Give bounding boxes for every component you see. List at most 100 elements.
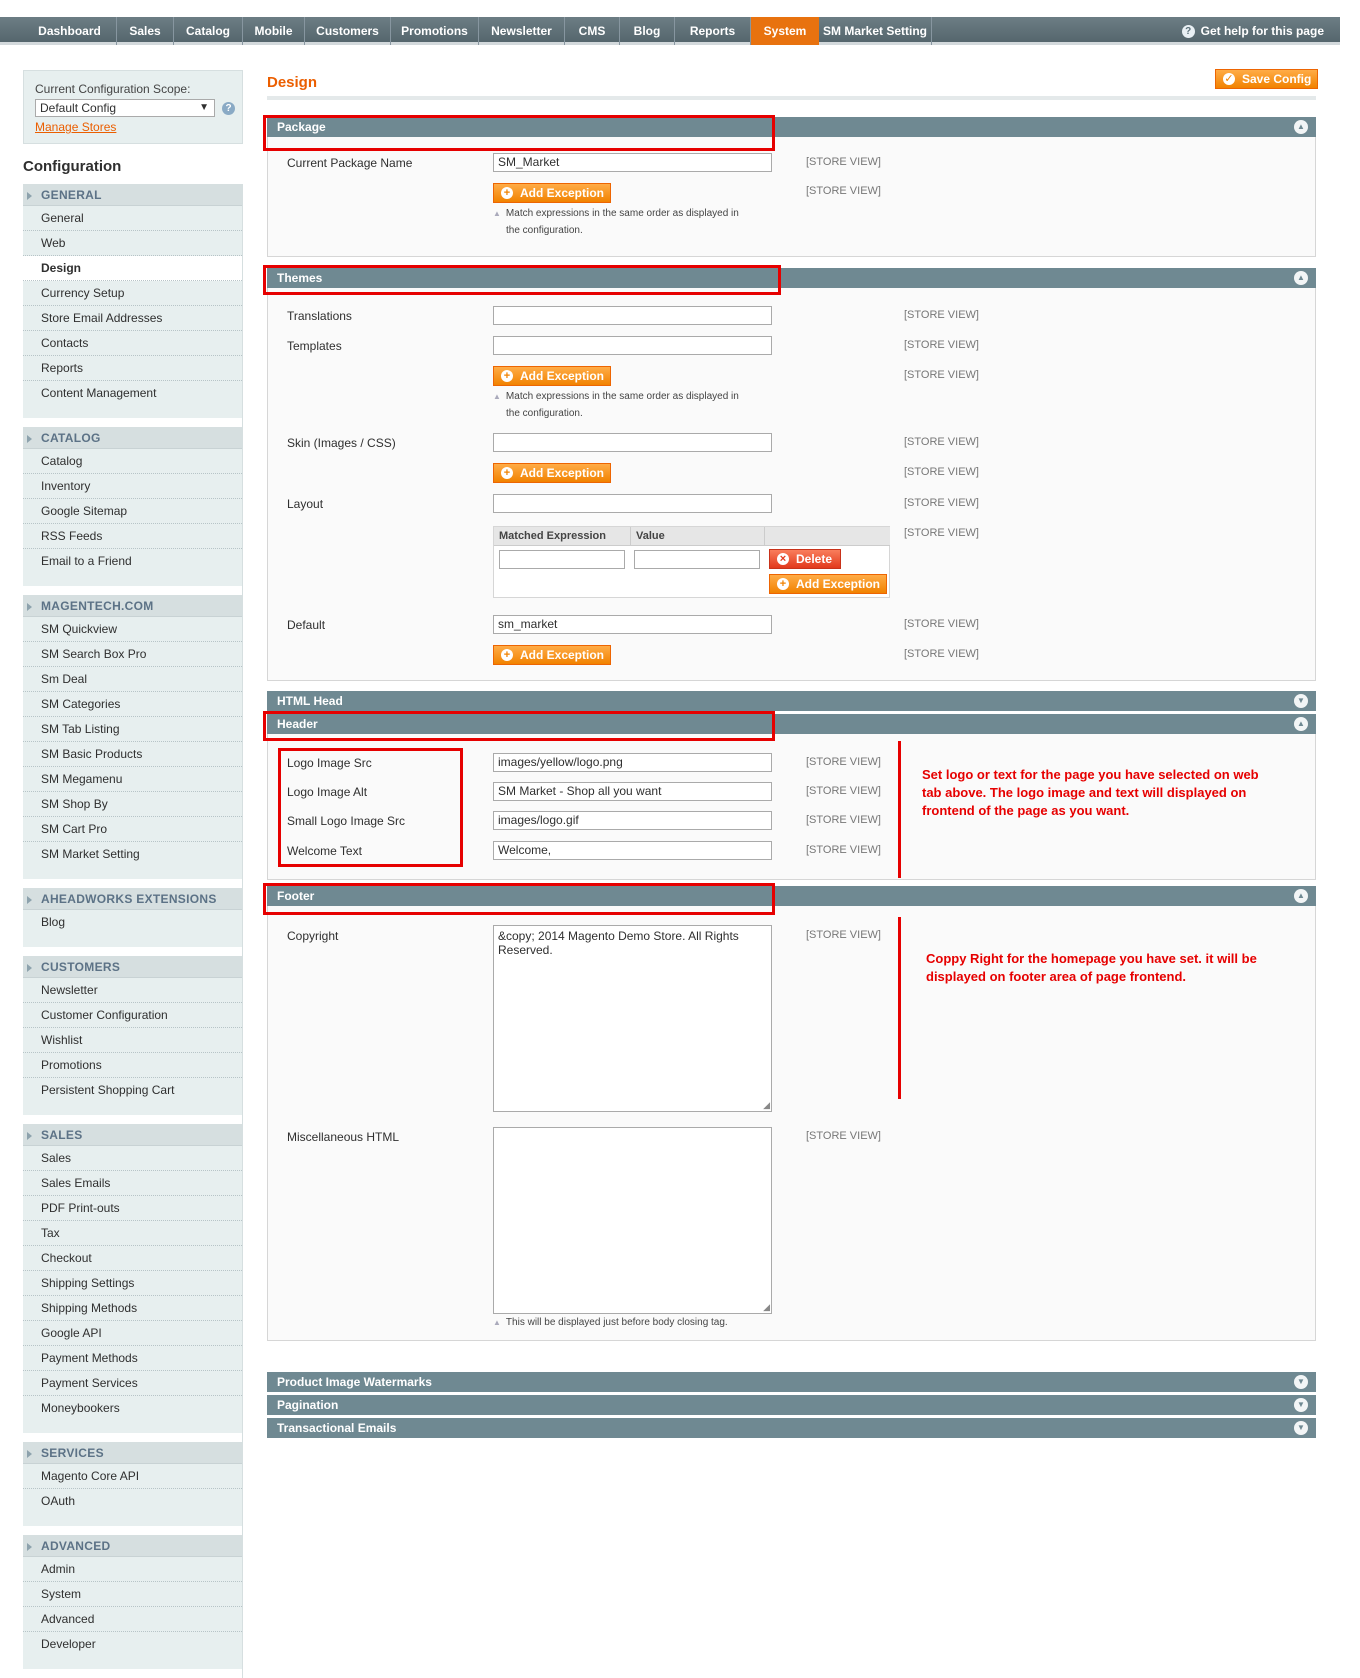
sidebar-item-rss-feeds[interactable]: RSS Feeds <box>23 524 242 549</box>
nav-sm-market-setting[interactable]: SM Market Setting <box>819 17 932 45</box>
sidebar-item-sales-emails[interactable]: Sales Emails <box>23 1171 242 1196</box>
nav-customers[interactable]: Customers <box>305 17 391 45</box>
skin-input[interactable] <box>493 433 772 452</box>
nav-dashboard[interactable]: Dashboard <box>23 17 117 45</box>
sidebar-item-sm-market-setting[interactable]: SM Market Setting <box>23 842 242 867</box>
section-header-header[interactable]: Header ▲ <box>267 714 1316 734</box>
sidebar-item-shipping-methods[interactable]: Shipping Methods <box>23 1296 242 1321</box>
matched-expression-input[interactable] <box>499 550 625 569</box>
add-exception-button[interactable]: + Add Exception <box>493 463 611 483</box>
sidebar-item-wishlist[interactable]: Wishlist <box>23 1028 242 1053</box>
nav-catalog[interactable]: Catalog <box>174 17 243 45</box>
add-exception-button[interactable]: + Add Exception <box>493 183 611 203</box>
sidebar-item-sm-quickview[interactable]: SM Quickview <box>23 617 242 642</box>
exception-value-input[interactable] <box>634 550 760 569</box>
section-package-header[interactable]: Package ▲ <box>267 117 1316 137</box>
add-exception-button[interactable]: + Add Exception <box>493 645 611 665</box>
sidebar-group-header[interactable]: ADVANCED <box>23 1535 242 1557</box>
sidebar-item-sm-basic-products[interactable]: SM Basic Products <box>23 742 242 767</box>
add-exception-button[interactable]: + Add Exception <box>493 366 611 386</box>
manage-stores-link[interactable]: Manage Stores <box>35 120 116 134</box>
sidebar-item-currency-setup[interactable]: Currency Setup <box>23 281 242 306</box>
sidebar-item-moneybookers[interactable]: Moneybookers <box>23 1396 242 1421</box>
sidebar-item-contacts[interactable]: Contacts <box>23 331 242 356</box>
sidebar-item-inventory[interactable]: Inventory <box>23 474 242 499</box>
resize-grip-icon[interactable]: ◢ <box>763 1101 770 1110</box>
nav-system[interactable]: System <box>751 17 819 45</box>
section-footer-header[interactable]: Footer ▲ <box>267 886 1316 906</box>
sidebar-item-newsletter[interactable]: Newsletter <box>23 978 242 1003</box>
sidebar-group-header[interactable]: SALES <box>23 1124 242 1146</box>
section-html-head-header[interactable]: HTML Head ▼ <box>267 691 1316 711</box>
sidebar-group-header[interactable]: SERVICES <box>23 1442 242 1464</box>
sidebar-item-sales[interactable]: Sales <box>23 1146 242 1171</box>
templates-input[interactable] <box>493 336 772 355</box>
current-package-input[interactable]: SM_Market <box>493 153 772 172</box>
collapse-icon[interactable]: ▲ <box>1294 717 1308 731</box>
section-themes-header[interactable]: Themes ▲ <box>267 268 1316 288</box>
save-config-button[interactable]: ✓ Save Config <box>1215 69 1318 89</box>
layout-input[interactable] <box>493 494 772 513</box>
default-input[interactable]: sm_market <box>493 615 772 634</box>
welcome-text-input[interactable]: Welcome, <box>493 841 772 860</box>
sidebar-item-persistent-shopping-cart[interactable]: Persistent Shopping Cart <box>23 1078 242 1103</box>
section-watermarks-header[interactable]: Product Image Watermarks ▼ <box>267 1372 1316 1392</box>
nav-cms[interactable]: CMS <box>565 17 620 45</box>
sidebar-item-google-api[interactable]: Google API <box>23 1321 242 1346</box>
copyright-textarea[interactable]: &copy; 2014 Magento Demo Store. All Righ… <box>493 925 772 1112</box>
sidebar-item-oauth[interactable]: OAuth <box>23 1489 242 1514</box>
translations-input[interactable] <box>493 306 772 325</box>
sidebar-item-tax[interactable]: Tax <box>23 1221 242 1246</box>
expand-icon[interactable]: ▼ <box>1294 694 1308 708</box>
sidebar-item-promotions[interactable]: Promotions <box>23 1053 242 1078</box>
resize-grip-icon[interactable]: ◢ <box>763 1303 770 1312</box>
logo-alt-input[interactable]: SM Market - Shop all you want <box>493 782 772 801</box>
expand-icon[interactable]: ▼ <box>1294 1398 1308 1412</box>
section-transactional-emails-header[interactable]: Transactional Emails ▼ <box>267 1418 1316 1438</box>
sidebar-item-customer-configuration[interactable]: Customer Configuration <box>23 1003 242 1028</box>
nav-sales[interactable]: Sales <box>117 17 174 45</box>
sidebar-item-magento-core-api[interactable]: Magento Core API <box>23 1464 242 1489</box>
nav-mobile[interactable]: Mobile <box>243 17 305 45</box>
sidebar-item-catalog[interactable]: Catalog <box>23 449 242 474</box>
sidebar-item-pdf-print-outs[interactable]: PDF Print-outs <box>23 1196 242 1221</box>
sidebar-group-header[interactable]: MAGENTECH.COM <box>23 595 242 617</box>
help-icon[interactable]: ? <box>222 102 235 115</box>
sidebar-item-google-sitemap[interactable]: Google Sitemap <box>23 499 242 524</box>
sidebar-group-header[interactable]: CATALOG <box>23 427 242 449</box>
add-exception-button[interactable]: + Add Exception <box>769 574 887 594</box>
sidebar-item-sm-megamenu[interactable]: SM Megamenu <box>23 767 242 792</box>
sidebar-item-system[interactable]: System <box>23 1582 242 1607</box>
sidebar-item-email-to-a-friend[interactable]: Email to a Friend <box>23 549 242 574</box>
nav-reports[interactable]: Reports <box>675 17 751 45</box>
collapse-icon[interactable]: ▲ <box>1294 889 1308 903</box>
sidebar-item-general[interactable]: General <box>23 206 242 231</box>
nav-newsletter[interactable]: Newsletter <box>479 17 565 45</box>
scope-select[interactable]: Default Config ▼ <box>35 99 215 117</box>
sidebar-item-sm-shop-by[interactable]: SM Shop By <box>23 792 242 817</box>
sidebar-item-web[interactable]: Web <box>23 231 242 256</box>
sidebar-item-content-management[interactable]: Content Management <box>23 381 242 406</box>
expand-icon[interactable]: ▼ <box>1294 1375 1308 1389</box>
sidebar-item-store-email-addresses[interactable]: Store Email Addresses <box>23 306 242 331</box>
sidebar-item-design[interactable]: Design <box>23 256 242 281</box>
collapse-icon[interactable]: ▲ <box>1294 120 1308 134</box>
sidebar-group-header[interactable]: GENERAL <box>23 184 242 206</box>
sidebar-item-developer[interactable]: Developer <box>23 1632 242 1657</box>
sidebar-item-sm-deal[interactable]: Sm Deal <box>23 667 242 692</box>
sidebar-item-sm-tab-listing[interactable]: SM Tab Listing <box>23 717 242 742</box>
sidebar-item-admin[interactable]: Admin <box>23 1557 242 1582</box>
sidebar-item-advanced[interactable]: Advanced <box>23 1607 242 1632</box>
collapse-icon[interactable]: ▲ <box>1294 271 1308 285</box>
sidebar-item-payment-services[interactable]: Payment Services <box>23 1371 242 1396</box>
section-pagination-header[interactable]: Pagination ▼ <box>267 1395 1316 1415</box>
misc-html-textarea[interactable]: ◢ <box>493 1127 772 1314</box>
nav-blog[interactable]: Blog <box>620 17 675 45</box>
sidebar-item-payment-methods[interactable]: Payment Methods <box>23 1346 242 1371</box>
sidebar-item-sm-cart-pro[interactable]: SM Cart Pro <box>23 817 242 842</box>
sidebar-item-blog[interactable]: Blog <box>23 910 242 935</box>
help-link[interactable]: ? Get help for this page <box>1181 17 1324 45</box>
small-logo-input[interactable]: images/logo.gif <box>493 811 772 830</box>
sidebar-item-shipping-settings[interactable]: Shipping Settings <box>23 1271 242 1296</box>
sidebar-item-reports[interactable]: Reports <box>23 356 242 381</box>
